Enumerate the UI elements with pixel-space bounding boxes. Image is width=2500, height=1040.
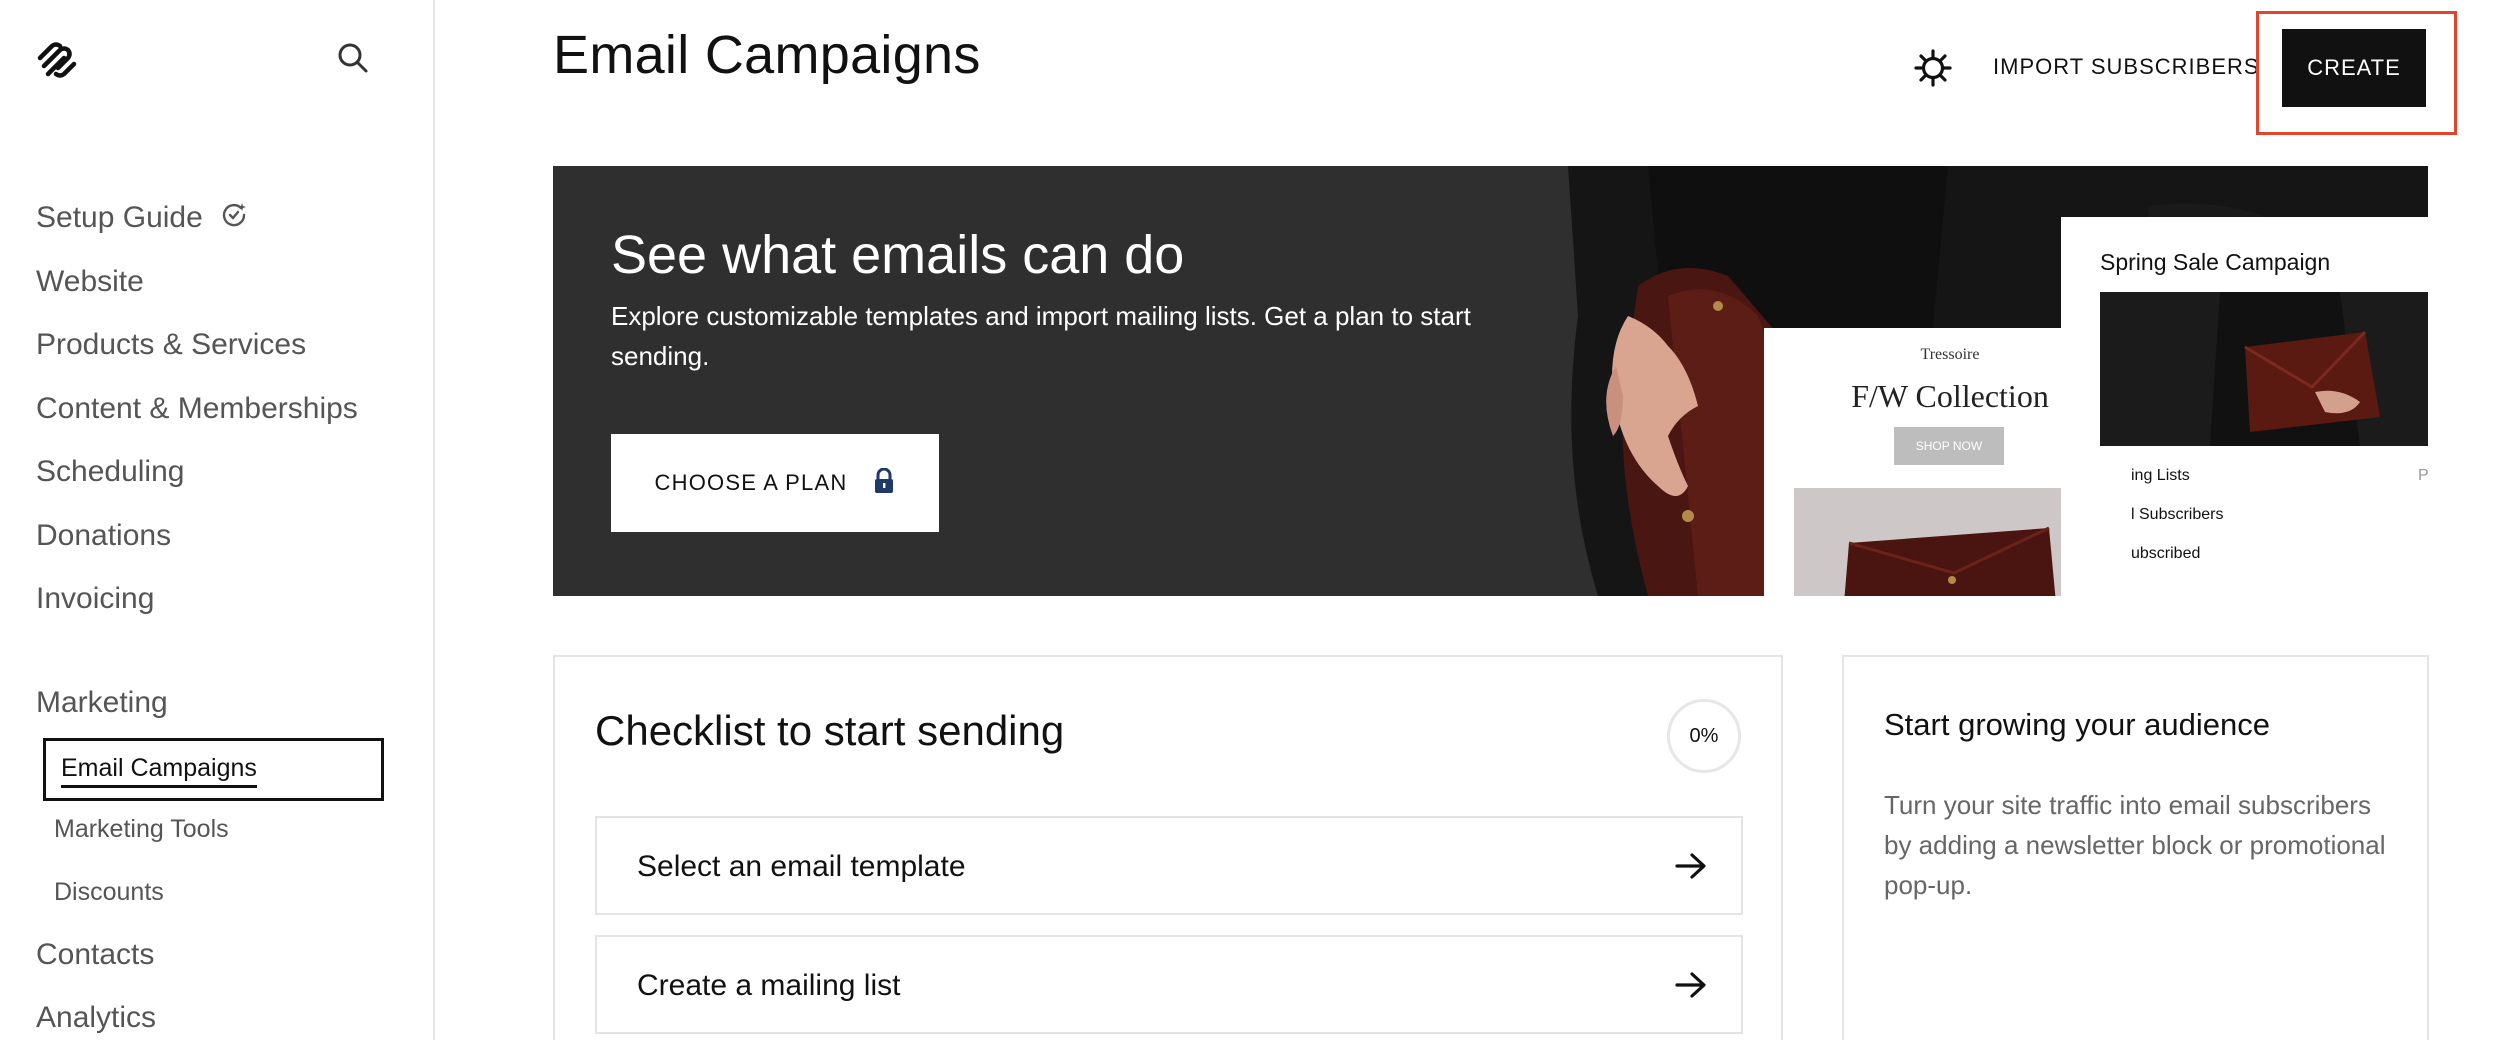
search-icon[interactable] bbox=[335, 40, 371, 76]
choose-plan-label: CHOOSE A PLAN bbox=[654, 470, 848, 495]
arrow-right-icon bbox=[1673, 967, 1709, 1003]
squarespace-logo-icon[interactable] bbox=[34, 40, 80, 80]
audience-title: Start growing your audience bbox=[1884, 707, 2271, 742]
sparkle-progress-icon bbox=[221, 202, 247, 236]
checklist-item-label: Select an email template bbox=[637, 850, 966, 883]
sidebar-item-scheduling[interactable]: Scheduling bbox=[36, 455, 184, 489]
preview-spring-image bbox=[2100, 292, 2428, 446]
promo-banner: See what emails can do Explore customiza… bbox=[553, 166, 2428, 596]
sidebar-item-label: Setup Guide bbox=[36, 201, 203, 234]
sidebar-item-setup-guide[interactable]: Setup Guide bbox=[36, 201, 247, 236]
checklist-item-label: Create a mailing list bbox=[637, 969, 901, 1002]
sidebar-item-products-services[interactable]: Products & Services bbox=[36, 328, 306, 362]
preview-row-subscribers: l Subscribers bbox=[2131, 506, 2224, 523]
preview-row-unsubscribed: ubscribed bbox=[2131, 545, 2201, 562]
sidebar-item-content-memberships[interactable]: Content & Memberships bbox=[36, 392, 358, 426]
page-title: Email Campaigns bbox=[553, 25, 981, 85]
checklist-title: Checklist to start sending bbox=[595, 707, 1065, 754]
import-subscribers-button[interactable]: IMPORT SUBSCRIBERS bbox=[1993, 54, 2260, 80]
choose-plan-button[interactable]: CHOOSE A PLAN bbox=[611, 434, 939, 532]
banner-title: See what emails can do bbox=[611, 225, 1185, 285]
sidebar-item-marketing[interactable]: Marketing bbox=[36, 686, 168, 720]
arrow-right-icon bbox=[1673, 848, 1709, 884]
create-button[interactable]: CREATE bbox=[2282, 29, 2426, 107]
sidebar-subitem-marketing-tools[interactable]: Marketing Tools bbox=[54, 815, 229, 844]
checklist-item-create-mailing-list[interactable]: Create a mailing list bbox=[595, 935, 1743, 1034]
sidebar-item-contacts[interactable]: Contacts bbox=[36, 938, 154, 972]
preview-row-mailing-lists: ing Lists bbox=[2131, 467, 2190, 484]
preview-shop-now-button: SHOP NOW bbox=[1894, 427, 2004, 465]
email-preview-spring-sale: Spring Sale Campaign ing Lists P l Subsc… bbox=[2061, 217, 2428, 596]
sidebar-subitem-label: Email Campaigns bbox=[61, 754, 257, 788]
checklist-item-select-template[interactable]: Select an email template bbox=[595, 816, 1743, 915]
sidebar: Setup Guide Website Products & Services … bbox=[0, 0, 435, 1040]
sidebar-item-donations[interactable]: Donations bbox=[36, 519, 171, 553]
audience-description: Turn your site traffic into email subscr… bbox=[1884, 790, 2386, 900]
sidebar-item-website[interactable]: Website bbox=[36, 265, 144, 299]
preview-row-right: P bbox=[2418, 467, 2428, 484]
sidebar-item-analytics[interactable]: Analytics bbox=[36, 1001, 156, 1035]
gear-icon[interactable] bbox=[1913, 48, 1953, 88]
checklist-progress-badge: 0% bbox=[1667, 699, 1741, 773]
sidebar-item-invoicing[interactable]: Invoicing bbox=[36, 582, 154, 616]
banner-description: Explore customizable templates and impor… bbox=[611, 301, 1471, 371]
preview-spring-title: Spring Sale Campaign bbox=[2100, 249, 2331, 275]
sidebar-subitem-email-campaigns[interactable]: Email Campaigns bbox=[43, 738, 384, 801]
audience-card: Start growing your audience Turn your si… bbox=[1842, 655, 2429, 1040]
lock-icon bbox=[873, 467, 895, 499]
sidebar-subitem-discounts[interactable]: Discounts bbox=[54, 878, 164, 907]
checklist-card: Checklist to start sending 0% Select an … bbox=[553, 655, 1783, 1040]
